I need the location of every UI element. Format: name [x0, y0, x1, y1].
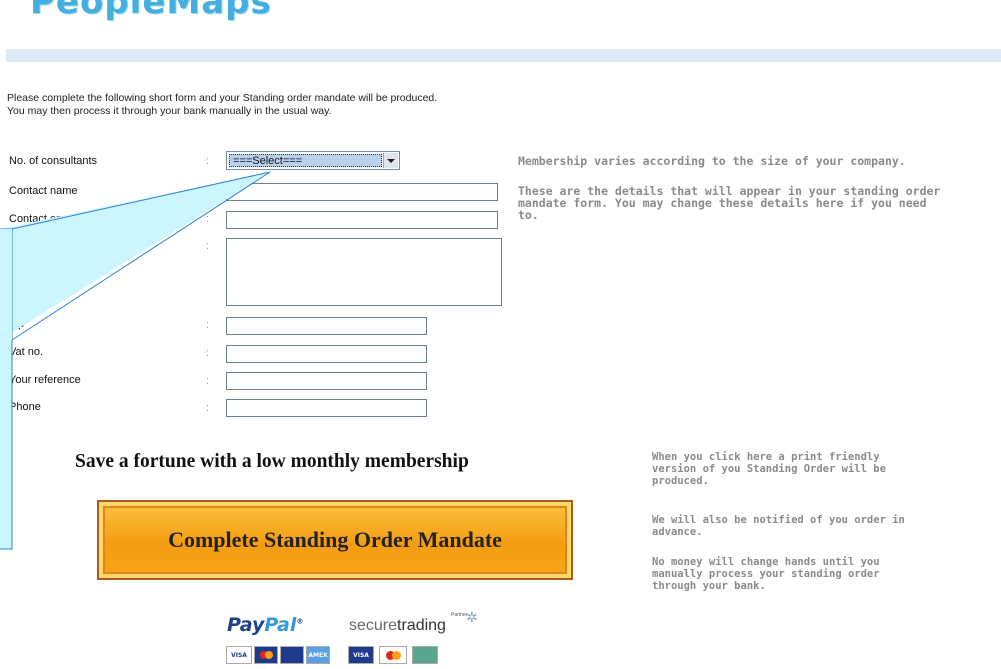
colon: :: [206, 347, 210, 359]
label-phone: Phone: [9, 401, 41, 413]
mastercard-card-icon: [379, 646, 407, 664]
zip-input[interactable]: [226, 317, 427, 335]
label-contact-email: Contact em: [9, 213, 66, 225]
reference-input[interactable]: [226, 372, 427, 390]
chevron-down-icon[interactable]: [383, 153, 398, 168]
select-value: ===Select===: [229, 154, 382, 167]
consultants-select[interactable]: ===Select===: [226, 151, 400, 170]
mastercard-card-icon: [254, 646, 278, 664]
print-help-line: produced.: [652, 475, 709, 487]
details-help-line: to.: [518, 208, 539, 222]
securetrading-logo: securetrading: [349, 617, 446, 635]
contact-name-input[interactable]: [226, 183, 498, 201]
colon: :: [206, 155, 210, 167]
site-logo[interactable]: PeopleMaps: [30, 0, 272, 22]
colon: :: [206, 213, 210, 225]
print-help-line: version of you Standing Order will be: [652, 463, 886, 475]
colon: :: [206, 185, 210, 197]
label-zip: Zip: [9, 318, 25, 330]
details-help: These are the details that will appear i…: [518, 185, 940, 221]
securetrading-logo-text: secure: [349, 617, 398, 634]
paypal-trademark: ®: [296, 617, 304, 626]
notify-help: We will also be notified of you order in…: [652, 514, 982, 538]
money-help-line: manually process your standing order: [652, 568, 880, 580]
intro-line-1: Please complete the following short form…: [7, 92, 438, 104]
solo-card-icon: [412, 646, 438, 664]
gear-icon: ✲: [466, 609, 478, 625]
visa-card-icon: VISA: [348, 646, 374, 664]
label-contact-name: Contact name: [9, 185, 78, 197]
maestro-card-icon: [280, 646, 304, 664]
complete-mandate-button[interactable]: Complete Standing Order Mandate: [97, 500, 573, 580]
paypal-logo: PayPal®: [227, 614, 303, 636]
address-textarea[interactable]: [226, 238, 502, 306]
securetrading-logo-text: trading: [397, 617, 446, 634]
print-help: When you click here a print friendly ver…: [652, 451, 982, 487]
label-vat: Vat no.: [9, 346, 44, 358]
phone-input[interactable]: [226, 399, 427, 417]
label-consultants: No. of consultants: [9, 155, 98, 167]
colon: :: [206, 319, 210, 331]
vat-input[interactable]: [226, 345, 427, 363]
intro-line-2: You may then process it through your ban…: [7, 105, 332, 117]
money-help-line: through your bank.: [652, 580, 766, 592]
label-reference: Your reference: [9, 374, 81, 386]
header-bar: [6, 49, 1001, 62]
money-help-line: No money will change hands until you: [652, 556, 880, 568]
colon: :: [206, 402, 210, 414]
intro-text: Please complete the following short form…: [7, 92, 437, 118]
colon: :: [206, 375, 210, 387]
visa-card-icon: VISA: [226, 646, 252, 664]
money-help: No money will change hands until you man…: [652, 556, 982, 592]
paypal-logo-text: Pal: [264, 614, 297, 636]
membership-help: Membership varies according to the size …: [518, 154, 906, 168]
print-help-line: When you click here a print friendly: [652, 451, 880, 463]
details-help-line: mandate form. You may change these detai…: [518, 196, 927, 210]
contact-email-input[interactable]: [226, 211, 498, 229]
promo-title: Save a fortune with a low monthly member…: [75, 451, 469, 472]
colon: :: [206, 240, 210, 252]
notify-help-line: advance.: [652, 526, 703, 538]
paypal-logo-text: Pay: [227, 614, 265, 636]
notify-help-line: We will also be notified of you order in: [652, 514, 905, 526]
amex-card-icon: AMEX: [306, 646, 330, 664]
securetrading-partner-label: Partner: [451, 612, 468, 618]
